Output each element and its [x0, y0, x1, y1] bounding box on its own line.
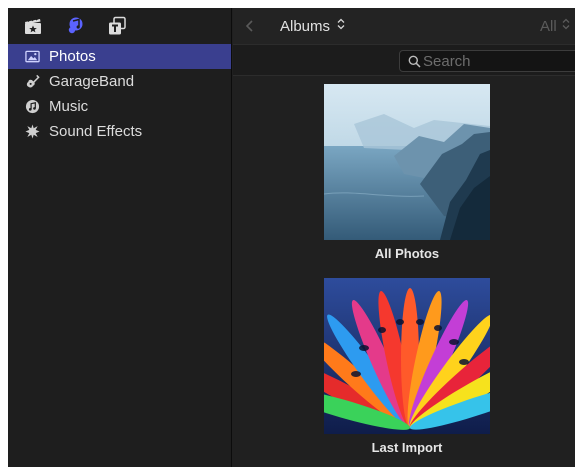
search-input[interactable]	[423, 52, 575, 70]
album-thumbnail-colorful-kayaks	[324, 278, 490, 434]
album-label: All Photos	[374, 246, 440, 261]
albums-popup[interactable]: Albums	[280, 16, 346, 36]
filter-popup[interactable]: All	[540, 16, 571, 36]
back-button[interactable]	[241, 17, 259, 35]
chevron-left-icon	[245, 20, 253, 32]
sidebar-item-garageband[interactable]: GarageBand	[8, 69, 231, 94]
browser-pane: Albums All Search All Photos Last Import	[233, 8, 575, 467]
guitar-icon	[24, 74, 40, 90]
sidebar-item-photos[interactable]: Photos	[8, 44, 231, 69]
photos-and-video-icon[interactable]	[22, 15, 44, 37]
sidebar-item-label: Sound Effects	[49, 123, 143, 140]
album-thumbnail-coastal-cliffs	[324, 84, 490, 240]
sidebar-item-sound-effects[interactable]: Sound Effects	[8, 119, 231, 144]
search-bar-row	[233, 44, 575, 76]
music-and-sound-icon[interactable]	[64, 15, 86, 37]
photos-icon	[24, 49, 40, 65]
chevron-up-down-icon	[336, 17, 346, 35]
search-field[interactable]	[399, 50, 575, 72]
album-last-import[interactable]: Last Import	[324, 278, 490, 455]
sidebar-item-label: Music	[49, 98, 89, 115]
sidebar-toolbar	[8, 8, 231, 44]
filter-popup-label: All	[540, 17, 557, 35]
browser-toolbar: Albums All	[233, 8, 575, 44]
sidebar-list: Photos GarageBand Music Sound Effects	[8, 44, 231, 144]
sidebar-item-music[interactable]: Music	[8, 94, 231, 119]
burst-icon	[24, 124, 40, 140]
album-grid: All Photos Last Import	[233, 76, 575, 467]
titles-and-generators-icon[interactable]	[106, 15, 128, 37]
albums-popup-label: Albums	[280, 17, 331, 35]
music-icon	[24, 99, 40, 115]
album-all-photos[interactable]: All Photos	[324, 84, 490, 261]
media-browser-window: Photos GarageBand Music Sound Effects Al…	[8, 8, 575, 467]
search-icon	[408, 55, 421, 68]
chevron-up-down-icon	[561, 17, 571, 35]
sidebar-item-label: GarageBand	[49, 73, 135, 90]
album-label: Last Import	[371, 440, 443, 455]
sidebar: Photos GarageBand Music Sound Effects	[8, 8, 232, 467]
sidebar-item-label: Photos	[49, 48, 96, 65]
